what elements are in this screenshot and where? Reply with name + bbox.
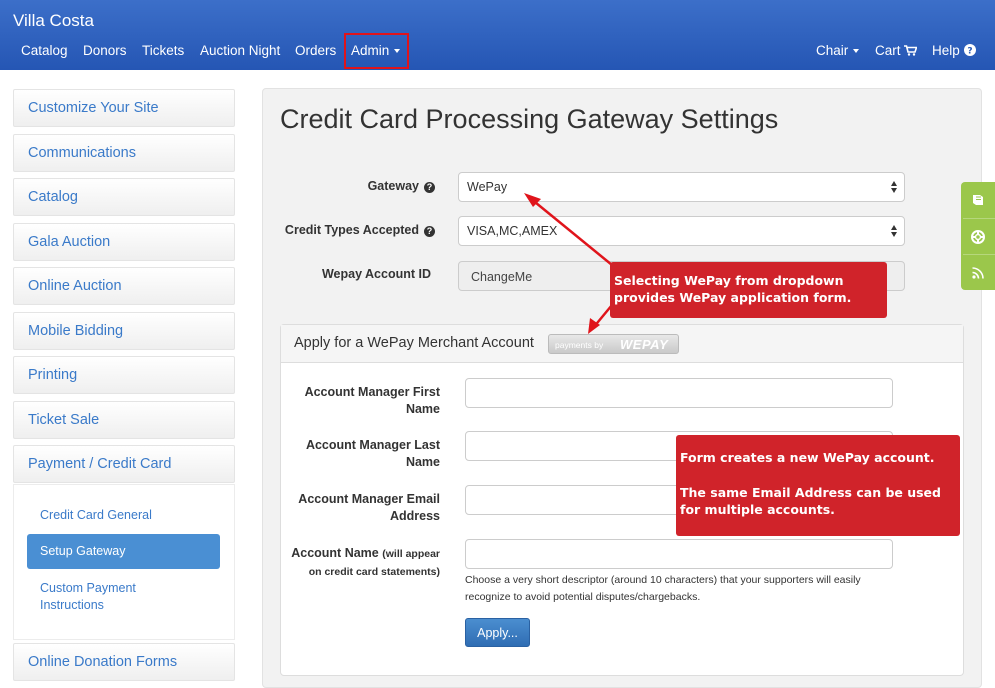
arrow-to-gateway <box>529 197 613 266</box>
floating-toolbar <box>961 182 995 290</box>
callout-form-text-2: The same Email Address can be used for m… <box>680 485 941 517</box>
callout-dropdown-text: Selecting WePay from dropdown provides W… <box>614 273 852 305</box>
book-icon[interactable] <box>971 193 985 207</box>
annotation-arrows <box>524 193 613 334</box>
toolbar-divider <box>963 218 995 219</box>
rss-icon[interactable] <box>971 266 985 280</box>
callout-form-note: Form creates a new WePay account. The sa… <box>676 435 960 536</box>
callout-dropdown-note: Selecting WePay from dropdown provides W… <box>610 262 887 318</box>
lifebuoy-icon[interactable] <box>971 230 985 244</box>
toolbar-divider <box>963 254 995 255</box>
callout-form-text-1: Form creates a new WePay account. <box>680 450 935 465</box>
